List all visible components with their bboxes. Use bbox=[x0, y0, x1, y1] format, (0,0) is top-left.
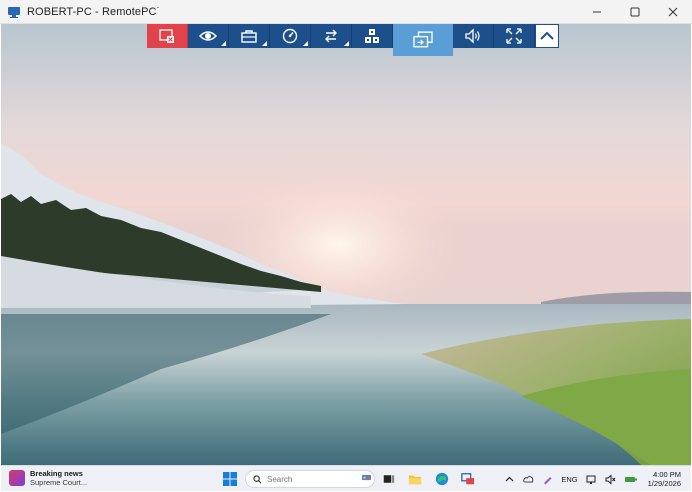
multi-monitor-icon bbox=[413, 31, 433, 48]
disconnect-icon bbox=[159, 29, 174, 43]
battery-icon bbox=[624, 476, 637, 482]
chevron-up-icon bbox=[540, 31, 554, 40]
tools-button[interactable] bbox=[229, 24, 270, 48]
remotepc-toolbar bbox=[147, 24, 559, 56]
chevron-up-icon bbox=[505, 476, 514, 481]
menu-caret-icon bbox=[303, 41, 308, 46]
desktop-wallpaper bbox=[1, 24, 691, 465]
sound-button[interactable] bbox=[453, 24, 494, 48]
speaker-icon bbox=[465, 28, 480, 44]
tray-pen-button[interactable] bbox=[538, 466, 557, 492]
minimize-icon bbox=[593, 11, 601, 13]
keys-icon bbox=[365, 29, 379, 43]
cloud-sync-icon bbox=[523, 475, 534, 482]
pen-icon bbox=[544, 476, 552, 484]
system-tray: ENG 4:00 PM 1/29/2026 bbox=[500, 466, 691, 492]
disconnect-button[interactable] bbox=[147, 24, 188, 48]
taskbar-search[interactable] bbox=[245, 470, 375, 488]
clock-time: 4:00 PM bbox=[653, 470, 681, 479]
file-explorer-icon bbox=[408, 475, 422, 485]
toolbox-icon bbox=[241, 30, 257, 43]
expand-icon bbox=[506, 28, 522, 44]
taskbar-clock[interactable]: 4:00 PM 1/29/2026 bbox=[642, 470, 691, 488]
window-title-text: ROBERT-PC - RemotePC bbox=[27, 5, 157, 18]
widget-subtitle: Supreme Court... bbox=[30, 478, 88, 487]
task-view-icon bbox=[383, 475, 395, 483]
search-input[interactable] bbox=[267, 474, 327, 484]
network-icon bbox=[586, 475, 596, 484]
file-explorer-button[interactable] bbox=[407, 471, 423, 487]
remote-taskbar: Breaking news Supreme Court... Search EN… bbox=[1, 465, 691, 491]
remotepc-app-icon bbox=[8, 6, 20, 18]
tray-language-button[interactable]: ENG bbox=[557, 466, 581, 492]
task-view-button[interactable] bbox=[381, 471, 397, 487]
view-button[interactable] bbox=[188, 24, 229, 48]
close-button[interactable] bbox=[654, 0, 692, 24]
window-title-suffix: ˙ bbox=[156, 5, 161, 18]
menu-caret-icon bbox=[262, 41, 267, 46]
tray-cloud-button[interactable] bbox=[519, 466, 538, 492]
menu-caret-icon bbox=[221, 41, 226, 46]
window-title: ROBERT-PC - RemotePC˙ bbox=[27, 6, 160, 18]
minimize-button[interactable] bbox=[578, 0, 616, 24]
language-indicator: ENG bbox=[561, 474, 578, 484]
window-titlebar: ROBERT-PC - RemotePC˙ bbox=[0, 0, 692, 24]
tray-battery-button[interactable] bbox=[620, 466, 642, 492]
menu-caret-icon bbox=[344, 41, 349, 46]
close-icon bbox=[668, 7, 678, 17]
tray-volume-button[interactable] bbox=[601, 466, 620, 492]
keyboard-button[interactable] bbox=[352, 24, 393, 48]
performance-button[interactable] bbox=[270, 24, 311, 48]
widget-title: Breaking news bbox=[30, 469, 83, 478]
news-widget[interactable]: Breaking news Supreme Court... bbox=[9, 469, 87, 487]
speedometer-icon bbox=[282, 28, 298, 44]
clock-date: 1/29/2026 bbox=[647, 479, 681, 488]
transfer-arrows-icon bbox=[325, 29, 337, 43]
remotepc-taskbar-button[interactable] bbox=[460, 471, 476, 487]
windows-start-icon[interactable] bbox=[223, 472, 237, 486]
search-icon bbox=[253, 474, 262, 483]
switch-monitor-button[interactable] bbox=[393, 24, 453, 56]
news-icon bbox=[9, 470, 25, 486]
window-controls bbox=[578, 0, 692, 24]
tray-overflow-button[interactable] bbox=[500, 466, 519, 492]
collapse-toolbar-button[interactable] bbox=[535, 24, 559, 48]
maximize-icon bbox=[630, 7, 640, 17]
search-highlight-icon bbox=[362, 474, 371, 481]
fullscreen-button[interactable] bbox=[494, 24, 535, 48]
edge-button[interactable] bbox=[434, 471, 450, 487]
eye-icon bbox=[199, 31, 217, 41]
edge-icon bbox=[435, 472, 449, 486]
maximize-button[interactable] bbox=[616, 0, 654, 24]
tray-network-button[interactable] bbox=[582, 466, 601, 492]
volume-muted-icon bbox=[605, 473, 616, 485]
remote-desktop-view[interactable] bbox=[1, 24, 691, 465]
remotepc-icon bbox=[461, 473, 475, 485]
transfer-button[interactable] bbox=[311, 24, 352, 48]
